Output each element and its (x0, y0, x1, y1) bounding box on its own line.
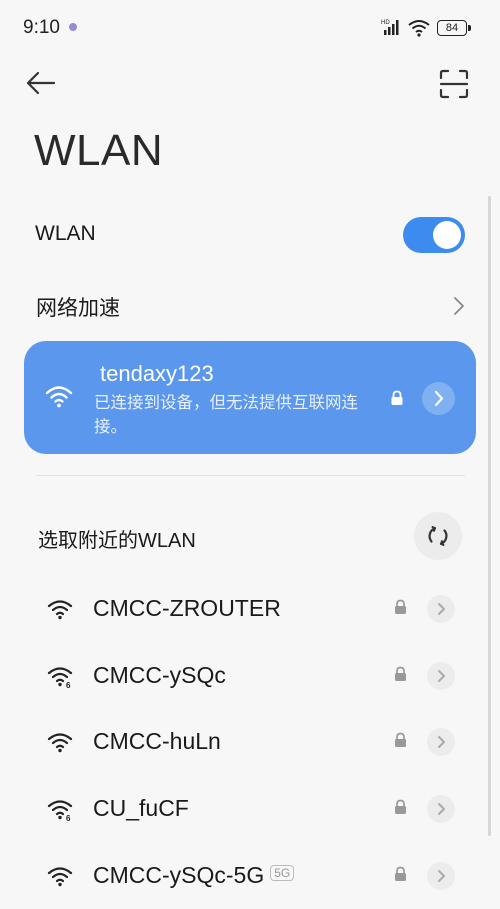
network-ssid: CMCC-ZROUTER (93, 595, 281, 621)
network-ssid: CU_fuCF (93, 795, 189, 821)
chevron-right-icon (434, 390, 444, 407)
scan-button[interactable] (438, 68, 470, 100)
chevron-right-icon (438, 803, 445, 815)
network-row[interactable]: CMCC-ZROUTER (0, 576, 500, 642)
svg-text:6: 6 (66, 681, 71, 688)
battery-icon: 84 (437, 20, 471, 36)
network-accel-label[interactable]: 网络加速 (36, 292, 120, 322)
connected-detail-button[interactable] (422, 382, 455, 415)
network-detail-button[interactable] (427, 728, 455, 756)
chevron-right-icon (438, 603, 445, 615)
network-ssid: CMCC-ySQc (93, 662, 226, 688)
divider (36, 475, 465, 476)
wlan-toggle-label: WLAN (35, 222, 96, 245)
signal-hd-label: HD (381, 20, 390, 26)
scrollbar[interactable] (488, 196, 491, 836)
status-app-dot-icon (69, 23, 77, 31)
wifi6-icon: 6 (47, 800, 73, 821)
network-detail-button[interactable] (427, 862, 455, 890)
connected-network-card[interactable]: tendaxy123 已连接到设备，但无法提供互联网连接。 (24, 341, 476, 454)
network-row[interactable]: 6 CMCC-ySQc (0, 643, 500, 709)
refresh-icon (428, 526, 448, 546)
back-button[interactable] (24, 66, 58, 100)
refresh-button[interactable] (414, 512, 462, 560)
status-bar: 9:10 HD 84 (0, 0, 500, 56)
network-row[interactable]: CMCC-ySQc-5G 5G (0, 843, 500, 909)
chevron-right-icon (438, 670, 445, 682)
band-5g-badge: 5G (270, 864, 295, 881)
nearby-wlan-label: 选取附近的WLAN (38, 530, 196, 552)
lock-icon (395, 732, 406, 747)
lock-icon (395, 799, 406, 814)
svg-text:6: 6 (66, 814, 71, 821)
network-detail-button[interactable] (427, 595, 455, 623)
scan-icon (439, 69, 469, 99)
connected-status: 已连接到设备，但无法提供互联网连接。 (94, 394, 358, 436)
lock-icon (395, 599, 406, 614)
page-title: WLAN (34, 126, 164, 175)
chevron-right-icon (438, 870, 445, 882)
wifi-full-icon (47, 733, 73, 753)
wifi-full-icon (45, 386, 73, 408)
network-ssid: CMCC-huLn (93, 728, 221, 754)
arrow-left-icon (26, 71, 56, 95)
wifi-full-icon (47, 600, 73, 620)
network-detail-button[interactable] (427, 662, 455, 690)
lock-icon (391, 390, 403, 405)
network-detail-button[interactable] (427, 795, 455, 823)
wifi6-icon: 6 (47, 667, 73, 688)
network-row[interactable]: CMCC-huLn (0, 709, 500, 775)
signal-icon: HD (381, 20, 399, 35)
network-row[interactable]: 6 CU_fuCF (0, 776, 500, 842)
chevron-right-icon (438, 736, 445, 748)
lock-icon (395, 866, 406, 881)
wlan-toggle-switch[interactable] (403, 217, 465, 253)
lock-icon (395, 666, 406, 681)
toggle-knob (433, 221, 461, 249)
battery-level: 84 (445, 22, 459, 34)
connected-ssid: tendaxy123 (100, 361, 214, 386)
chevron-right-icon[interactable] (450, 294, 468, 318)
wifi-full-icon (47, 867, 73, 887)
status-time: 9:10 (23, 17, 60, 38)
wifi-icon (408, 20, 430, 37)
network-ssid: CMCC-ySQc-5G 5G (93, 862, 295, 889)
network-ssid-text: CMCC-ySQc-5G (93, 862, 265, 888)
